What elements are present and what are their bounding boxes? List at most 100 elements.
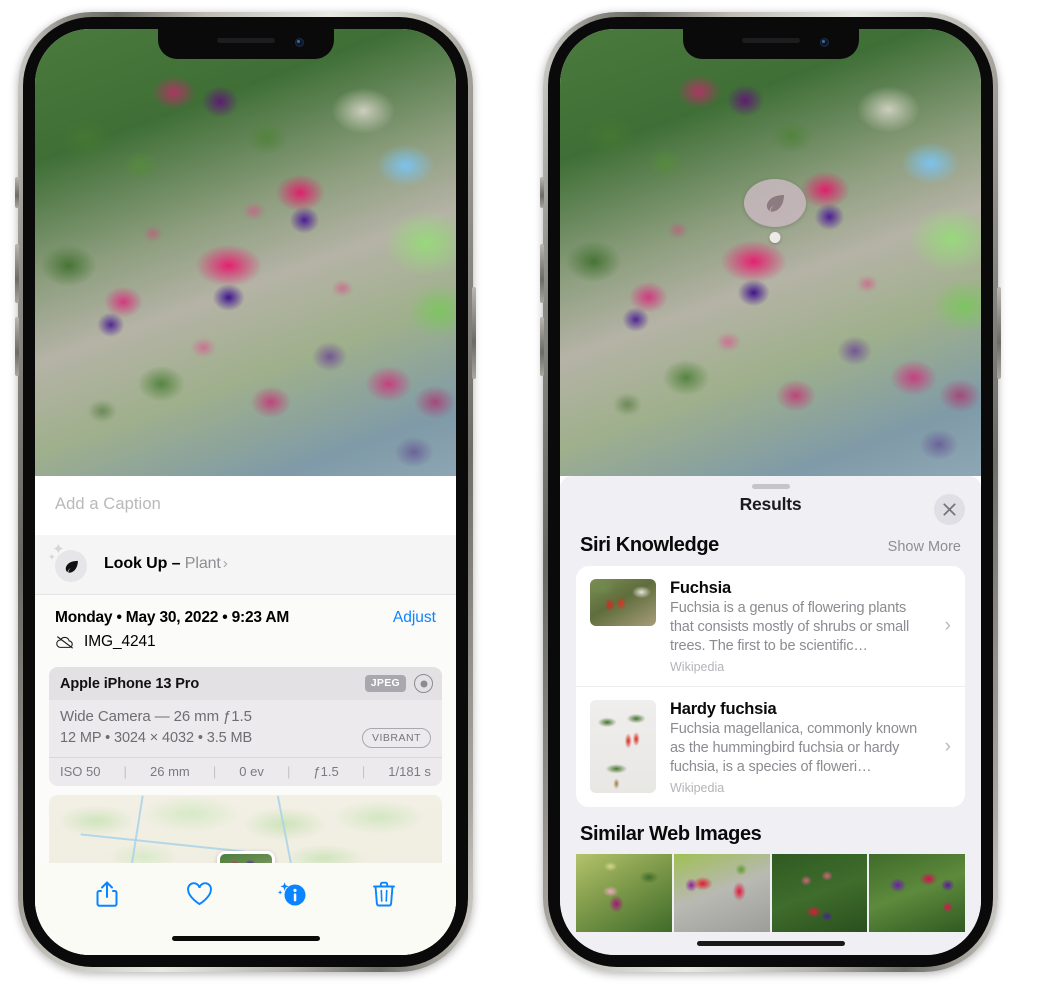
leaf-icon [55, 550, 87, 582]
knowledge-thumbnail [590, 700, 656, 793]
favorite-button[interactable] [177, 876, 221, 912]
iphone-right-device: Results Siri Knowledge Show More Fuchsia… [540, 12, 1001, 972]
photo-metadata: Monday • May 30, 2022 • 9:23 AM Adjust I… [35, 595, 456, 662]
exif-divider: | [123, 763, 127, 779]
photo-date: Monday • May 30, 2022 • 9:23 AM [55, 609, 290, 626]
chevron-right-icon: › [944, 615, 951, 636]
format-badge: JPEG [364, 675, 406, 692]
chevron-right-icon: › [222, 555, 228, 572]
caption-field[interactable]: Add a Caption [35, 476, 456, 535]
photo-fuchsia[interactable] [560, 29, 981, 476]
look-up-subject: Plant [184, 555, 221, 572]
volume-down-button[interactable] [15, 317, 19, 376]
filename-row: IMG_4241 [55, 633, 436, 651]
results-title: Results [739, 493, 802, 514]
marker-dot [769, 232, 781, 243]
camera-badges: JPEG [364, 674, 433, 693]
info-icon [277, 882, 306, 906]
trash-icon [372, 881, 395, 907]
look-up-icon-wrap: ✦ ✦ [48, 542, 87, 582]
power-button[interactable] [997, 287, 1001, 379]
camera-info-card[interactable]: Apple iPhone 13 Pro JPEG Wide Camera — 2… [49, 667, 442, 786]
knowledge-description: Fuchsia magellanica, commonly known as t… [670, 721, 917, 775]
exif-divider: | [361, 763, 366, 779]
heart-icon [187, 882, 212, 906]
share-button[interactable] [85, 876, 129, 912]
photo-fuchsia[interactable] [35, 29, 456, 484]
camera-model: Apple iPhone 13 Pro [60, 675, 200, 692]
volume-up-button[interactable] [15, 244, 19, 303]
sparkle-small-icon: ✦ [48, 552, 56, 562]
icloud-slash-icon [56, 636, 74, 649]
look-up-label: Look Up – Plant › [104, 555, 228, 573]
exif-divider: | [286, 763, 291, 779]
siri-knowledge-card-group: Fuchsia Fuchsia is a genus of flowering … [576, 566, 965, 807]
image-size-info: 12 MP • 3024 × 4032 • 3.5 MB [60, 729, 253, 746]
list-item[interactable]: Fuchsia Fuchsia is a genus of flowering … [576, 566, 965, 686]
home-indicator[interactable] [696, 940, 845, 946]
mute-switch[interactable] [15, 177, 19, 208]
section-title-similar-web-images: Similar Web Images [580, 823, 762, 845]
volume-down-button[interactable] [540, 317, 544, 376]
siri-knowledge-header: Siri Knowledge Show More [560, 532, 981, 566]
look-up-row[interactable]: ✦ ✦ Look Up – Plant › [35, 535, 456, 595]
screen-left: Add a Caption ✦ ✦ Look Up – Plant › Mond… [35, 29, 456, 955]
list-item[interactable]: Hardy fuchsia Fuchsia magellanica, commo… [576, 686, 965, 807]
photographic-style-badge: VIBRANT [361, 728, 431, 748]
info-button[interactable] [270, 876, 314, 912]
close-icon [943, 503, 956, 516]
adjust-button[interactable]: Adjust [393, 609, 436, 627]
exif-iso: ISO 50 [60, 763, 101, 779]
hdr-circle-icon [414, 674, 433, 693]
web-image-3[interactable] [771, 854, 868, 932]
knowledge-source: Wikipedia [670, 660, 725, 674]
notch [157, 29, 334, 59]
look-up-title: Look Up [104, 555, 168, 572]
knowledge-text: Hardy fuchsia Fuchsia magellanica, commo… [670, 700, 953, 795]
volume-up-button[interactable] [540, 244, 544, 303]
map-river [80, 833, 246, 853]
look-up-dash: – [167, 555, 185, 572]
iphone-left-device: Add a Caption ✦ ✦ Look Up – Plant › Mond… [15, 12, 476, 972]
knowledge-source: Wikipedia [670, 781, 725, 795]
knowledge-thumbnail [590, 579, 656, 626]
share-icon [96, 881, 118, 907]
exif-row: ISO 50 | 26 mm | 0 ev | ƒ1.5 | 1/181 s [49, 756, 442, 786]
similar-web-images-strip [560, 854, 981, 932]
metadata-date-row: Monday • May 30, 2022 • 9:23 AM Adjust [55, 609, 436, 627]
knowledge-title: Hardy fuchsia [670, 700, 777, 718]
exif-shutter: 1/181 s [388, 763, 431, 779]
front-camera-icon [294, 38, 304, 47]
photo-filename: IMG_4241 [84, 633, 156, 650]
results-header: Results [560, 476, 981, 532]
exif-aperture: ƒ1.5 [313, 763, 339, 779]
exif-focal: 26 mm [150, 763, 190, 779]
results-sheet: Results Siri Knowledge Show More Fuchsia… [560, 476, 981, 955]
lens-info: Wide Camera — 26 mm ƒ1.5 [60, 708, 252, 725]
section-title-siri-knowledge: Siri Knowledge [580, 534, 719, 556]
screen-right: Results Siri Knowledge Show More Fuchsia… [560, 29, 981, 955]
camera-card-header: Apple iPhone 13 Pro JPEG [49, 667, 442, 700]
photo-toolbar [35, 863, 456, 955]
delete-button[interactable] [362, 876, 406, 912]
knowledge-description: Fuchsia is a genus of flowering plants t… [670, 600, 910, 654]
similar-web-images-header: Similar Web Images [560, 807, 981, 854]
mute-switch[interactable] [540, 177, 544, 208]
home-indicator[interactable] [171, 935, 320, 941]
web-image-4[interactable] [869, 854, 965, 932]
knowledge-text: Fuchsia Fuchsia is a genus of flowering … [670, 579, 953, 674]
size-row: 12 MP • 3024 × 4032 • 3.5 MB VIBRANT [60, 728, 431, 748]
power-button[interactable] [472, 287, 476, 379]
earpiece-speaker [216, 38, 275, 43]
exif-ev: 0 ev [239, 763, 264, 779]
visual-lookup-marker[interactable] [744, 179, 806, 243]
notch [682, 29, 859, 59]
close-button[interactable] [934, 494, 965, 525]
caption-placeholder: Add a Caption [55, 495, 161, 513]
screenshot-root: Add a Caption ✦ ✦ Look Up – Plant › Mond… [0, 0, 1055, 985]
show-more-button[interactable]: Show More [888, 539, 961, 555]
web-image-1[interactable] [576, 854, 672, 932]
leaf-icon [766, 195, 784, 212]
knowledge-title: Fuchsia [670, 579, 731, 597]
web-image-2[interactable] [673, 854, 770, 932]
